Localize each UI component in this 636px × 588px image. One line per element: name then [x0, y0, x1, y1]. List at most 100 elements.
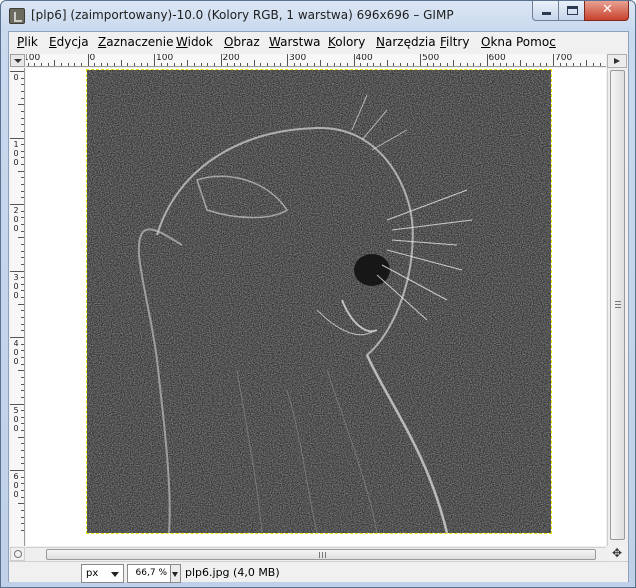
menu-kolory[interactable]: Kolory — [328, 35, 365, 49]
ruler-minor-tick — [21, 350, 24, 352]
ruler-minor-tick — [566, 63, 568, 66]
ruler-tick — [10, 403, 24, 405]
menu-plik[interactable]: Plik — [17, 35, 38, 49]
ruler-minor-tick — [21, 197, 24, 199]
ruler-minor-tick — [439, 63, 441, 66]
ruler-minor-tick — [340, 63, 342, 66]
ruler-minor-tick — [21, 396, 24, 398]
ruler-minor-tick — [426, 63, 428, 66]
ruler-minor-tick — [80, 63, 82, 66]
ruler-minor-tick — [74, 63, 76, 66]
ruler-label: 200 — [222, 54, 240, 63]
ruler-minor-tick — [27, 63, 29, 66]
menu-narz-dzia[interactable]: Narzędzia — [376, 35, 436, 49]
navigate-icon[interactable] — [607, 54, 627, 68]
ruler-minor-tick — [21, 450, 24, 452]
gimp-app-icon[interactable] — [9, 8, 25, 24]
ruler-minor-tick — [21, 157, 24, 159]
canvas-area[interactable] — [26, 68, 606, 546]
ruler-label: 0 — [89, 54, 96, 63]
ruler-minor-tick — [273, 63, 275, 66]
ruler-minor-tick — [21, 117, 24, 119]
ruler-minor-tick — [386, 60, 388, 66]
close-button[interactable]: ✕ — [584, 1, 629, 21]
ruler-minor-tick — [193, 63, 195, 66]
menu-obraz[interactable]: Obraz — [224, 35, 260, 49]
ruler-minor-tick — [21, 110, 24, 112]
ruler-minor-tick — [453, 60, 455, 66]
ruler-minor-tick — [21, 430, 24, 432]
ruler-minor-tick — [233, 63, 235, 66]
zoom-icon[interactable] — [10, 547, 25, 561]
status-bar: px 66,7 % plp6.jpg (4,0 MB) — [9, 561, 628, 583]
ruler-label: 300 — [13, 272, 19, 300]
ruler-minor-tick — [21, 410, 24, 412]
title-bar[interactable]: [plp6] (zaimportowany)-10.0 (Kolory RGB,… — [1, 1, 635, 31]
menu-okna[interactable]: Okna — [481, 35, 512, 49]
ruler-minor-tick — [21, 343, 24, 345]
ruler-minor-tick — [253, 60, 255, 66]
ruler-minor-tick — [21, 210, 24, 212]
ruler-minor-tick — [213, 63, 215, 66]
ruler-minor-tick — [21, 223, 24, 225]
ruler-label: 300 — [289, 54, 307, 63]
ruler-minor-tick — [21, 310, 24, 312]
ruler-label: 400 — [355, 54, 373, 63]
zoom-dropdown-button[interactable] — [171, 564, 181, 583]
ruler-minor-tick — [513, 63, 515, 66]
ruler-minor-tick — [140, 63, 142, 66]
vertical-scrollbar[interactable] — [607, 68, 627, 546]
ruler-minor-tick — [21, 323, 24, 325]
unit-select[interactable]: px — [81, 564, 124, 583]
minimize-button[interactable] — [532, 1, 559, 21]
menu-widok[interactable]: Widok — [176, 35, 213, 49]
ruler-minor-tick — [18, 436, 24, 438]
menu-warstwa[interactable]: Warstwa — [269, 35, 321, 49]
menu-edycja[interactable]: Edycja — [49, 35, 89, 49]
ruler-minor-tick — [21, 90, 24, 92]
ruler-minor-tick — [114, 63, 116, 66]
vertical-ruler[interactable]: 0 100 200 300 400 500 600 — [10, 68, 25, 546]
horizontal-scroll-thumb[interactable] — [46, 549, 596, 560]
ruler-minor-tick — [21, 383, 24, 385]
ruler-label: 700 — [555, 54, 573, 63]
menu-pomoc[interactable]: Pomoc — [516, 35, 556, 49]
maximize-button[interactable] — [558, 1, 585, 21]
image-canvas[interactable] — [86, 69, 552, 534]
ruler-minor-tick — [160, 63, 162, 66]
ruler-minor-tick — [559, 63, 561, 66]
ruler-minor-tick — [187, 60, 189, 66]
ruler-label: 600 — [488, 54, 506, 63]
ruler-minor-tick — [360, 63, 362, 66]
ruler-label: 100 — [13, 139, 19, 167]
ruler-minor-tick — [100, 63, 102, 66]
ruler-minor-tick — [546, 63, 548, 66]
ruler-minor-tick — [94, 63, 96, 66]
ruler-minor-tick — [586, 60, 588, 66]
ruler-minor-tick — [21, 456, 24, 458]
ruler-label: 100 — [26, 54, 41, 63]
close-icon: ✕ — [602, 2, 613, 17]
ruler-tick — [10, 137, 24, 139]
ruler-label: 500 — [422, 54, 440, 63]
horizontal-ruler[interactable]: 100 0 100 200 300 400 500 600 700 — [26, 54, 606, 67]
zoom-input[interactable]: 66,7 % — [127, 564, 171, 583]
move-icon[interactable]: ✥ — [607, 547, 627, 561]
ruler-minor-tick — [47, 63, 49, 66]
ruler-minor-tick — [21, 390, 24, 392]
ruler-minor-tick — [260, 63, 262, 66]
ruler-minor-tick — [493, 63, 495, 66]
horizontal-scrollbar[interactable] — [26, 547, 606, 561]
ruler-minor-tick — [21, 496, 24, 498]
menu-filtry[interactable]: Filtry — [440, 35, 469, 49]
quick-mask-menu-icon[interactable] — [10, 54, 25, 67]
image-window-client: Plik Edycja Zaznaczenie Widok Obraz Warstwa Ko… — [8, 31, 629, 583]
ruler-tick — [420, 54, 421, 66]
ruler-tick — [353, 54, 355, 66]
ruler-minor-tick — [21, 317, 24, 319]
menu-zaznaczenie[interactable]: Zaznaczenie — [98, 35, 173, 49]
vertical-scroll-thumb[interactable] — [610, 70, 625, 540]
grip-icon — [615, 301, 621, 308]
ruler-minor-tick — [21, 529, 24, 531]
ruler-minor-tick — [21, 509, 24, 511]
